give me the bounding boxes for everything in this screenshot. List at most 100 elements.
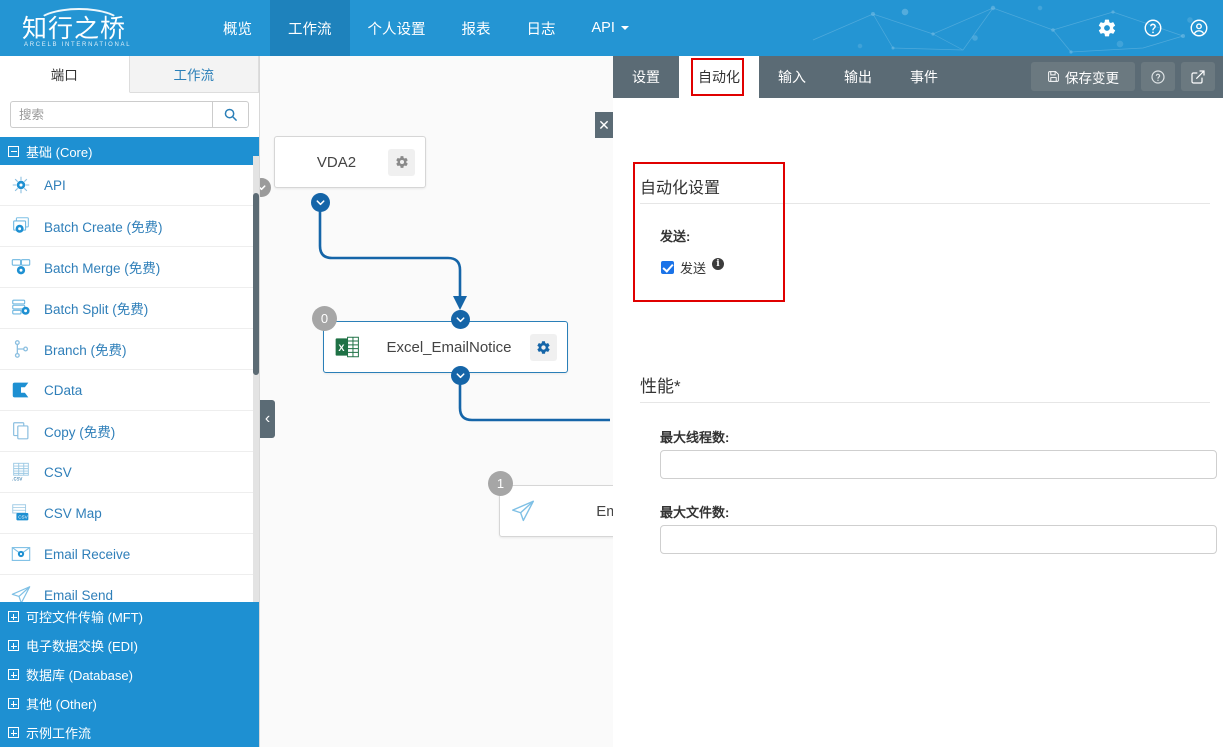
search-button[interactable] [212, 101, 249, 128]
sidebar-tab-label: 工作流 [174, 64, 215, 84]
sidebar-category-database[interactable]: 数据库 (Database) [0, 660, 260, 689]
sidebar-category-edi[interactable]: 电子数据交换 (EDI) [0, 631, 260, 660]
nav-item-reports[interactable]: 报表 [444, 0, 509, 56]
copy-icon [10, 420, 32, 442]
sidebar-tab-workflows[interactable]: 工作流 [130, 56, 260, 92]
close-panel-button[interactable]: ✕ [595, 112, 613, 138]
port-item-label: Copy (免费) [44, 421, 115, 441]
csv-icon: .csv [10, 461, 32, 483]
tab-events[interactable]: 事件 [891, 56, 957, 98]
node-input-connector-excel[interactable] [451, 310, 470, 329]
tab-settings[interactable]: 设置 [613, 56, 679, 98]
node-output-connector-excel[interactable] [451, 366, 470, 385]
gear-icon[interactable] [1097, 18, 1117, 38]
port-item-label: Batch Merge (免费) [44, 257, 160, 277]
application-window: 知行之桥 ARCELB INTERNATIONAL 概览 工作流 个人设置 报表… [0, 0, 1223, 747]
sidebar-collapse-handle[interactable]: ‹ [260, 400, 275, 438]
nav-label: 报表 [462, 18, 491, 39]
sidebar-category-label: 数据库 (Database) [26, 665, 133, 684]
section-divider [640, 402, 1210, 403]
max-files-input[interactable] [660, 525, 1217, 554]
performance-section-title: 性能* [640, 372, 681, 397]
top-header: 知行之桥 ARCELB INTERNATIONAL 概览 工作流 个人设置 报表… [0, 0, 1223, 56]
panel-help-button[interactable] [1141, 62, 1175, 91]
collapse-toggle-icon [8, 146, 19, 157]
chevron-down-icon [260, 182, 267, 193]
logo-text-cn: 知行之桥 [22, 15, 142, 43]
nav-item-logs[interactable]: 日志 [509, 0, 574, 56]
tab-label: 设置 [632, 67, 660, 87]
sidebar-scrollbar-thumb[interactable] [253, 193, 259, 375]
api-icon [10, 174, 32, 196]
collapse-handle-label: ‹ [265, 410, 270, 428]
port-item-batch-split[interactable]: Batch Split (免费) [0, 288, 259, 329]
port-item-batch-merge[interactable]: Batch Merge (免费) [0, 247, 259, 288]
port-item-label: Batch Split (免费) [44, 298, 148, 318]
workflow-canvas[interactable]: VDA2 0 X Ex [260, 56, 613, 747]
max-threads-input[interactable] [660, 450, 1217, 479]
port-item-email-receive[interactable]: Email Receive [0, 534, 259, 575]
node-gear-icon[interactable] [388, 149, 415, 176]
nav-label: 日志 [527, 18, 556, 39]
port-item-csv-map[interactable]: CSV CSV Map [0, 493, 259, 534]
help-icon[interactable] [1143, 18, 1163, 38]
port-item-cdata[interactable]: CData [0, 370, 259, 411]
chevron-down-icon [455, 314, 466, 325]
branch-icon [10, 338, 32, 360]
node-badge-count: 0 [312, 306, 337, 331]
sidebar-tab-ports[interactable]: 端口 [0, 56, 130, 93]
open-external-button[interactable] [1181, 62, 1215, 91]
email-receive-icon [10, 543, 32, 565]
workflow-node-label: Email [544, 503, 613, 520]
sidebar-category-sample-workflows[interactable]: 示例工作流 [0, 718, 260, 747]
nav-label: 工作流 [288, 18, 332, 39]
sidebar-category-mft[interactable]: 可控文件传输 (MFT) [0, 602, 260, 631]
account-icon[interactable] [1189, 18, 1209, 38]
nav-item-api[interactable]: API [574, 0, 647, 56]
port-item-csv[interactable]: .csv CSV [0, 452, 259, 493]
nav-item-overview[interactable]: 概览 [205, 0, 270, 56]
sidebar-category-label: 可控文件传输 (MFT) [26, 607, 143, 626]
port-item-label: Batch Create (免费) [44, 216, 163, 236]
expand-toggle-icon [8, 640, 19, 651]
chevron-down-icon [315, 197, 326, 208]
save-changes-button[interactable]: 保存变更 [1031, 62, 1135, 91]
workflow-node-label: VDA2 [285, 154, 388, 171]
sidebar-category-label: 电子数据交换 (EDI) [26, 636, 138, 655]
port-item-label: CSV Map [44, 506, 102, 521]
node-gear-icon[interactable] [530, 334, 557, 361]
canvas-content: VDA2 0 X Ex [260, 56, 613, 747]
tab-output[interactable]: 输出 [825, 56, 891, 98]
node-output-connector-vda2[interactable] [311, 193, 330, 212]
sidebar-tabs: 端口 工作流 [0, 56, 259, 93]
nav-item-personal-settings[interactable]: 个人设置 [350, 0, 444, 56]
gear-icon [536, 340, 551, 355]
app-logo[interactable]: 知行之桥 ARCELB INTERNATIONAL [22, 6, 142, 50]
gear-icon [395, 155, 409, 169]
send-checkbox[interactable] [661, 261, 674, 274]
port-item-copy[interactable]: Copy (免费) [0, 411, 259, 452]
workflow-node-email[interactable]: Email [499, 485, 613, 537]
workflow-node-excel-emailnotice[interactable]: X Excel_EmailNotice [323, 321, 568, 373]
send-group-label: 发送: [660, 226, 690, 245]
tab-input[interactable]: 输入 [759, 56, 825, 98]
port-item-branch[interactable]: Branch (免费) [0, 329, 259, 370]
nav-label: API [592, 20, 615, 36]
logo-text-en: ARCELB INTERNATIONAL [24, 42, 142, 48]
batch-merge-icon [10, 256, 32, 278]
sidebar-category-core[interactable]: 基础 (Core) [0, 137, 259, 165]
config-action-group: 保存变更 [1031, 62, 1215, 91]
max-files-label: 最大文件数: [660, 502, 729, 521]
svg-text:.csv: .csv [12, 477, 23, 483]
nav-item-workflow[interactable]: 工作流 [270, 0, 350, 56]
sidebar-category-other[interactable]: 其他 (Other) [0, 689, 260, 718]
info-icon[interactable]: i [712, 258, 724, 270]
workflow-node-vda2[interactable]: VDA2 [274, 136, 426, 188]
port-item-api[interactable]: API [0, 165, 259, 206]
tab-automation[interactable]: 自动化 [679, 56, 759, 98]
port-item-batch-create[interactable]: Batch Create (免费) [0, 206, 259, 247]
tab-label: 输入 [778, 67, 806, 87]
send-checkbox-row: 发送 i [661, 258, 724, 277]
cdata-icon [10, 379, 32, 401]
search-input[interactable] [10, 101, 212, 128]
